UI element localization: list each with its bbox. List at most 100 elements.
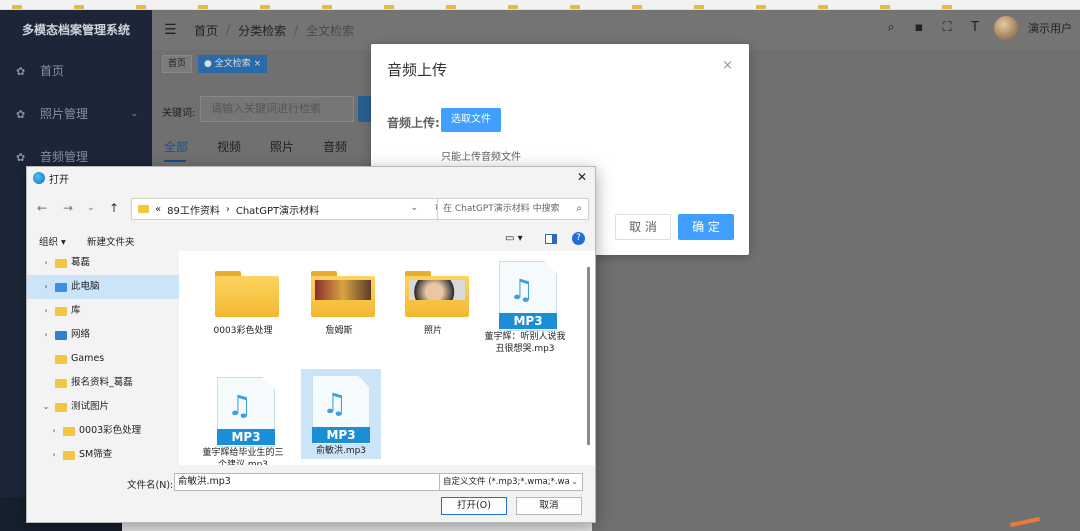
folder-item[interactable]: 照片: [393, 259, 473, 337]
search-icon[interactable]: ⌕: [882, 19, 900, 37]
confirm-button[interactable]: 确 定: [678, 214, 734, 240]
menu-fold-icon[interactable]: ☰: [164, 22, 180, 38]
search-icon: ⌕: [576, 203, 582, 214]
sidebar-item-photo[interactable]: ✿ 照片管理 ⌄: [0, 93, 152, 136]
chevron-down-icon[interactable]: ⌄: [87, 203, 95, 213]
tree-item[interactable]: 报名资料_葛磊: [27, 371, 179, 395]
chevron-right-icon[interactable]: ›: [49, 419, 59, 443]
address-segment[interactable]: ChatGPT演示材料: [236, 202, 319, 217]
help-icon[interactable]: ?: [572, 232, 585, 245]
tab-photo[interactable]: 照片: [270, 138, 294, 155]
breadcrumb-separator: /: [226, 23, 231, 37]
tree-item[interactable]: › 0003彩色处理: [27, 419, 179, 443]
navigation-bar: ← → ⌄ ↑ « 89工作资料 › ChatGPT演示材料 ⌄ ↻ 在 Cha…: [27, 195, 595, 223]
close-icon[interactable]: ×: [722, 58, 733, 73]
chevron-down-icon[interactable]: ⌄: [410, 203, 418, 213]
tree-item[interactable]: Games: [27, 347, 179, 371]
cancel-button[interactable]: 取 消: [615, 214, 671, 240]
folder-icon: [55, 378, 67, 388]
file-thumb: [393, 259, 473, 319]
app-title: 多模态档案管理系统: [21, 23, 130, 37]
chevron-down-icon: ⌄: [130, 109, 138, 119]
fullscreen-icon[interactable]: ⛶: [938, 19, 956, 37]
chevron-right-icon[interactable]: ›: [41, 323, 51, 347]
chevron-right-icon[interactable]: ›: [41, 275, 51, 299]
cancel-button[interactable]: 取消: [516, 497, 582, 515]
sidebar-item-label: 首页: [40, 64, 65, 78]
file-thumb: ♫ MP3: [301, 369, 381, 445]
file-thumb: ♫ MP3: [199, 371, 287, 447]
address-bar[interactable]: « 89工作资料 › ChatGPT演示材料 ⌄ ↻: [131, 198, 455, 220]
filename-input[interactable]: 俞敏洪.mp3 ⌄: [174, 473, 456, 491]
file-type-select[interactable]: 自定义文件 (*.mp3;*.wma;*.wav ⌄: [439, 473, 583, 491]
library-icon: [55, 306, 67, 316]
tree-item[interactable]: › 葛磊: [27, 251, 179, 275]
tab-audio[interactable]: 音频: [323, 138, 347, 155]
file-open-dialog: 打开 ✕ ← → ⌄ ↑ « 89工作资料 › ChatGPT演示材料 ⌄ ↻ …: [26, 166, 596, 523]
tree-item[interactable]: › SM筛查: [27, 443, 179, 465]
folder-icon: [215, 271, 279, 317]
gear-icon: ✿: [16, 108, 26, 121]
mp3-badge: MP3: [217, 429, 275, 445]
filename-value: 俞敏洪.mp3: [178, 476, 231, 487]
forward-arrow-icon[interactable]: →: [63, 201, 73, 215]
view-options-icon[interactable]: ▭ ▾: [505, 233, 523, 244]
font-size-icon[interactable]: T: [966, 19, 984, 37]
navigation-tree: › 葛磊 › 此电脑 › 库 › 网络 Games 报名资料_葛磊 ⌄ 测试图片…: [27, 251, 179, 465]
chevron-right-icon[interactable]: ›: [49, 443, 59, 465]
tree-item[interactable]: › 库: [27, 299, 179, 323]
search-button[interactable]: [358, 96, 372, 122]
folder-icon: [55, 402, 67, 412]
open-button[interactable]: 打开(O): [441, 497, 507, 515]
file-thumb: ♫ MP3: [483, 255, 567, 331]
tree-item[interactable]: › 网络: [27, 323, 179, 347]
breadcrumb-current: 全文检索: [306, 23, 355, 38]
folder-item[interactable]: 0003彩色处理: [203, 259, 283, 337]
chevron-down-icon[interactable]: ⌄: [569, 474, 578, 490]
chevron-right-icon[interactable]: ›: [41, 299, 51, 323]
dialog-title: 音频上传: [387, 61, 448, 79]
folder-icon: [55, 354, 67, 364]
upload-hint: 只能上传音频文件: [441, 152, 521, 163]
folder-item[interactable]: 詹姆斯: [299, 259, 379, 337]
file-list-scrollbar[interactable]: [587, 267, 590, 445]
sidebar-item-home[interactable]: ✿ 首页: [0, 50, 152, 93]
chevron-down-icon[interactable]: ⌄: [41, 395, 51, 419]
tree-item-label: 报名资料_葛磊: [71, 377, 133, 388]
chevron-right-icon[interactable]: ›: [41, 251, 51, 275]
dialog-titlebar[interactable]: 打开 ✕: [27, 167, 595, 189]
file-item[interactable]: ♫ MP3 董宇辉给毕业生的三个建议.mp3: [199, 371, 287, 465]
preview-pane-icon[interactable]: [545, 234, 557, 244]
tag-fulltext-search[interactable]: ● 全文检索 ×: [198, 55, 268, 73]
user-name[interactable]: 演示用户: [1028, 20, 1072, 36]
filename-label: 文件名(N):: [127, 480, 174, 491]
tab-video[interactable]: 视频: [217, 138, 241, 155]
file-item-selected[interactable]: ♫ MP3 俞敏洪.mp3: [301, 369, 381, 459]
address-prefix: «: [155, 203, 162, 215]
folder-icon: [55, 258, 67, 268]
network-icon: [55, 330, 67, 340]
tab-all[interactable]: 全部: [164, 138, 188, 155]
address-segment[interactable]: 89工作资料: [167, 202, 220, 217]
breadcrumb-home[interactable]: 首页: [194, 22, 218, 39]
tree-item-label: 测试图片: [71, 401, 110, 412]
breadcrumb-category[interactable]: 分类检索: [238, 22, 286, 39]
back-arrow-icon[interactable]: ←: [37, 201, 47, 215]
file-item[interactable]: ♫ MP3 董宇辉：听别人说我丑很想哭.mp3: [483, 255, 567, 355]
message-icon[interactable]: ▪: [910, 19, 928, 37]
select-file-button[interactable]: 选取文件: [441, 108, 501, 132]
close-icon[interactable]: ×: [254, 59, 262, 69]
keyword-input[interactable]: 请输入关键词进行检索: [200, 96, 354, 122]
avatar[interactable]: [994, 16, 1018, 40]
tree-item[interactable]: › 此电脑: [27, 275, 179, 299]
organize-button[interactable]: 组织 ▾: [39, 234, 66, 248]
audio-file-icon: ♫ MP3: [217, 377, 275, 447]
folder-search-input[interactable]: 在 ChatGPT演示材料 中搜索 ⌕: [437, 198, 589, 220]
up-arrow-icon[interactable]: ↑: [109, 201, 119, 215]
file-name: 0003彩色处理: [213, 326, 273, 336]
tag-home[interactable]: 首页: [162, 55, 193, 73]
close-icon[interactable]: ✕: [577, 170, 587, 184]
tree-item[interactable]: ⌄ 测试图片: [27, 395, 179, 419]
new-folder-button[interactable]: 新建文件夹: [87, 234, 135, 248]
tree-item-label: 库: [71, 305, 81, 316]
